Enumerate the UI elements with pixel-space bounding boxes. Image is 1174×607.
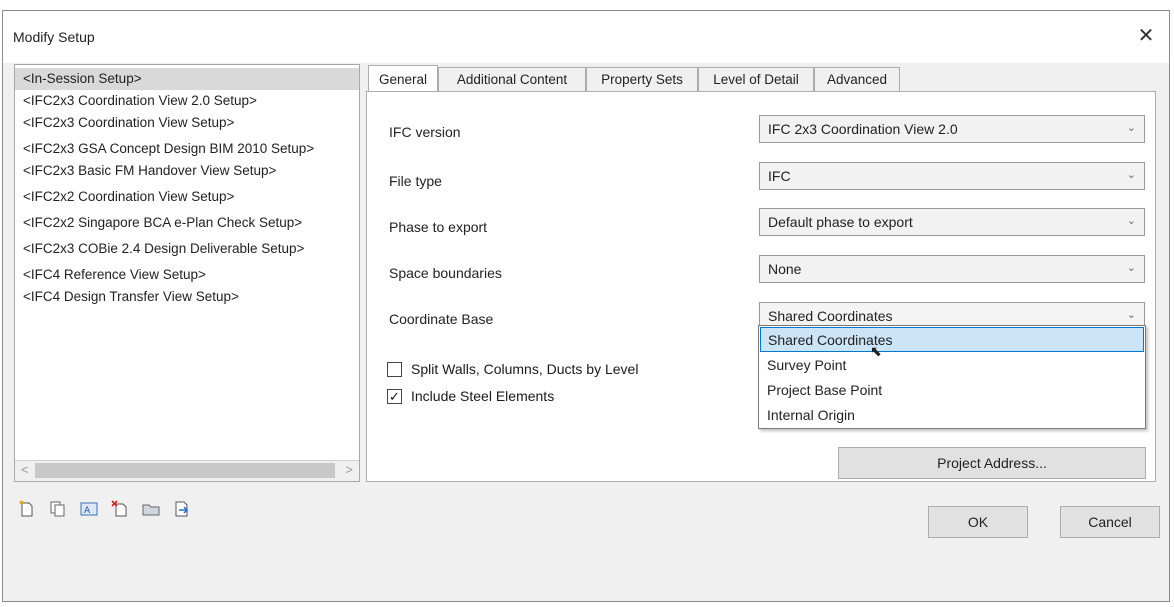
scroll-right-icon[interactable]: > <box>345 462 353 477</box>
cancel-button[interactable]: Cancel <box>1060 506 1160 538</box>
setup-item[interactable]: <IFC2x3 Basic FM Handover View Setup> <box>15 160 359 182</box>
setup-item[interactable]: <IFC4 Design Transfer View Setup> <box>15 286 359 308</box>
option-internal-origin[interactable]: Internal Origin <box>760 403 1144 428</box>
ifc-version-select[interactable]: IFC 2x3 Coordination View 2.0 ⌄ <box>759 115 1145 143</box>
chevron-down-icon: ⌄ <box>1126 309 1136 321</box>
chevron-down-icon: ⌄ <box>1126 169 1136 181</box>
dialog-title: Modify Setup <box>13 29 95 45</box>
title-bar: Modify Setup ✕ <box>3 11 1169 63</box>
import-setup-icon[interactable] <box>142 500 160 518</box>
setup-item[interactable]: <IFC2x2 Singapore BCA e-Plan Check Setup… <box>15 212 359 234</box>
include-steel-label: Include Steel Elements <box>411 388 555 404</box>
scroll-left-icon[interactable]: < <box>21 462 29 477</box>
chevron-down-icon: ⌄ <box>1126 262 1136 274</box>
option-project-base-point[interactable]: Project Base Point <box>760 378 1144 403</box>
ifc-version-label: IFC version <box>389 124 461 140</box>
duplicate-setup-icon[interactable] <box>49 500 67 518</box>
setup-item[interactable]: <IFC4 Reference View Setup> <box>15 264 359 286</box>
chevron-down-icon: ⌄ <box>1126 215 1136 227</box>
option-shared-coordinates[interactable]: Shared Coordinates <box>760 327 1144 352</box>
tab-general[interactable]: General <box>368 65 438 92</box>
mouse-cursor-icon: ⬉ <box>870 343 882 359</box>
file-type-select[interactable]: IFC ⌄ <box>759 162 1145 190</box>
phase-value: Default phase to export <box>768 214 913 230</box>
ok-button[interactable]: OK <box>928 506 1028 538</box>
ifc-version-value: IFC 2x3 Coordination View 2.0 <box>768 121 958 137</box>
delete-setup-icon[interactable] <box>111 500 129 518</box>
coordinate-base-dropdown: Shared Coordinates Survey Point Project … <box>758 325 1146 429</box>
setup-item[interactable]: <IFC2x2 Coordination View Setup> <box>15 186 359 208</box>
space-boundaries-select[interactable]: None ⌄ <box>759 255 1145 283</box>
space-boundaries-label: Space boundaries <box>389 265 502 281</box>
tab-property-sets[interactable]: Property Sets <box>586 67 698 91</box>
setup-item[interactable]: <IFC2x3 COBie 2.4 Design Deliverable Set… <box>15 238 359 260</box>
export-setup-icon[interactable] <box>173 500 191 518</box>
tab-level-of-detail[interactable]: Level of Detail <box>698 67 814 91</box>
setup-item[interactable]: <IFC2x3 Coordination View Setup> <box>15 112 359 134</box>
coordinate-base-label: Coordinate Base <box>389 311 494 327</box>
project-address-button[interactable]: Project Address... <box>838 447 1146 479</box>
split-walls-label: Split Walls, Columns, Ducts by Level <box>411 361 639 377</box>
scrollbar-thumb[interactable] <box>35 463 335 478</box>
horizontal-scrollbar[interactable]: < > <box>15 460 359 481</box>
include-steel-checkbox[interactable]: ✓ <box>387 389 402 404</box>
close-icon[interactable]: ✕ <box>1131 21 1161 51</box>
setup-item[interactable]: <In-Session Setup> <box>15 68 359 90</box>
phase-select[interactable]: Default phase to export ⌄ <box>759 208 1145 236</box>
coordinate-base-value: Shared Coordinates <box>768 308 893 324</box>
rename-setup-icon[interactable]: A <box>80 500 98 518</box>
setup-item[interactable]: <IFC2x3 GSA Concept Design BIM 2010 Setu… <box>15 138 359 160</box>
setup-list[interactable]: <In-Session Setup> <IFC2x3 Coordination … <box>14 64 360 482</box>
file-type-value: IFC <box>768 168 791 184</box>
file-type-label: File type <box>389 173 442 189</box>
chevron-down-icon: ⌄ <box>1126 122 1136 134</box>
space-boundaries-value: None <box>768 261 802 277</box>
tab-advanced[interactable]: Advanced <box>814 67 900 91</box>
tab-additional-content[interactable]: Additional Content <box>438 67 586 91</box>
split-walls-checkbox[interactable] <box>387 362 402 377</box>
option-survey-point[interactable]: Survey Point <box>760 353 1144 378</box>
svg-text:A: A <box>84 506 91 516</box>
new-setup-icon[interactable] <box>18 500 36 518</box>
phase-label: Phase to export <box>389 219 488 235</box>
setup-item[interactable]: <IFC2x3 Coordination View 2.0 Setup> <box>15 90 359 112</box>
